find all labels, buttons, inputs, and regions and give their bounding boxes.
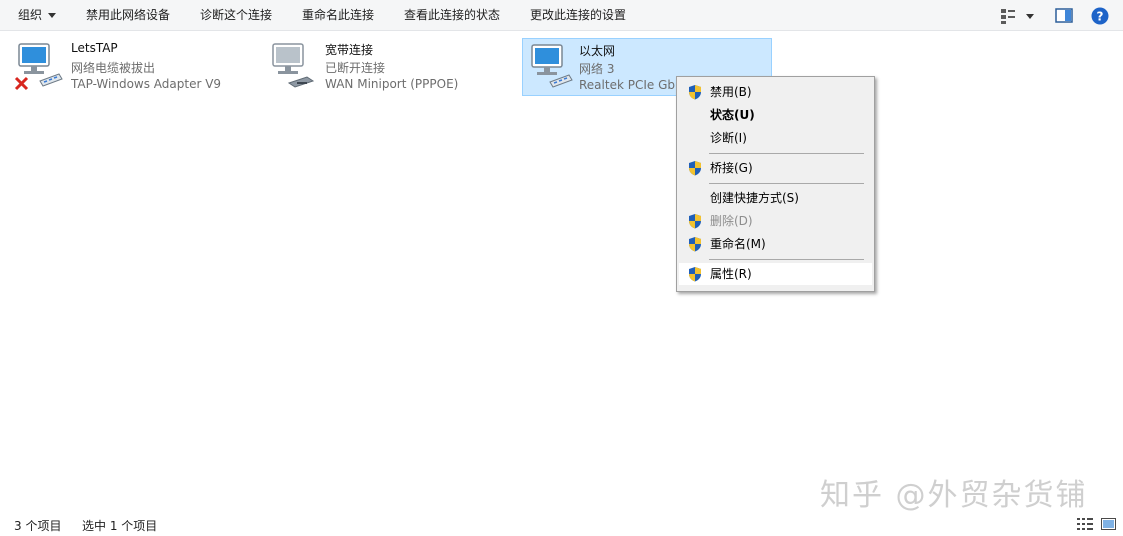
adapter-broadband[interactable]: 宽带连接 已断开连接 WAN Miniport (PPPOE) bbox=[263, 38, 513, 96]
uac-shield-icon bbox=[689, 161, 701, 176]
organize-menu-button[interactable]: 组织 bbox=[18, 0, 57, 31]
details-view-button[interactable] bbox=[1077, 517, 1093, 534]
adapter-status: 网络电缆被拔出 bbox=[71, 61, 156, 75]
help-icon: ? bbox=[1091, 7, 1109, 25]
menu-item-label: 重命名(M) bbox=[710, 237, 766, 251]
diagnose-button[interactable]: 诊断这个连接 bbox=[200, 0, 272, 31]
selected-count: 选中 1 个项目 bbox=[82, 519, 158, 533]
uac-shield-icon bbox=[689, 85, 701, 100]
adapter-status: 已断开连接 bbox=[325, 61, 386, 75]
view-status-button[interactable]: 查看此连接的状态 bbox=[404, 0, 500, 31]
menu-separator bbox=[709, 183, 864, 184]
adapter-name: 以太网 bbox=[579, 44, 616, 58]
broadband-icon bbox=[272, 43, 315, 88]
uac-shield-icon bbox=[689, 237, 701, 252]
menu-item-properties[interactable]: 属性(R) bbox=[679, 263, 872, 285]
menu-item-rename[interactable]: 重命名(M) bbox=[679, 233, 872, 255]
adapter-status: 网络 3 bbox=[579, 62, 615, 76]
chevron-down-icon bbox=[48, 13, 57, 18]
help-button[interactable]: ? bbox=[1091, 7, 1109, 25]
command-bar: 组织 禁用此网络设备 诊断这个连接 重命名此连接 查看此连接的状态 更改此连接的… bbox=[0, 0, 1123, 31]
preview-pane-button[interactable] bbox=[1055, 7, 1073, 25]
view-options-button[interactable] bbox=[1000, 7, 1038, 25]
menu-item-disable[interactable]: 禁用(B) bbox=[679, 81, 872, 103]
adapter-letstap[interactable]: LetsTAP 网络电缆被拔出 TAP-Windows Adapter V9 bbox=[9, 38, 259, 96]
network-disconnected-icon bbox=[14, 43, 63, 91]
context-menu: 禁用(B) 状态(U) 诊断(I) 桥接(G) 创建快捷方式(S) 删除(D) … bbox=[676, 76, 875, 292]
menu-item-label: 诊断(I) bbox=[710, 131, 747, 145]
menu-item-label: 删除(D) bbox=[710, 214, 753, 228]
menu-item-label: 桥接(G) bbox=[710, 161, 753, 175]
preview-pane-icon bbox=[1055, 8, 1073, 23]
uac-shield-icon bbox=[689, 214, 701, 229]
menu-item-status[interactable]: 状态(U) bbox=[679, 104, 872, 126]
menu-item-create-shortcut[interactable]: 创建快捷方式(S) bbox=[679, 187, 872, 209]
rename-button[interactable]: 重命名此连接 bbox=[302, 0, 374, 31]
watermark-text: 知乎 @外贸杂货铺 bbox=[820, 478, 1088, 513]
menu-item-label: 状态(U) bbox=[710, 108, 755, 122]
uac-shield-icon bbox=[689, 267, 701, 282]
adapter-device: Realtek PCIe GbE Family Controller bbox=[579, 78, 675, 92]
adapter-device: TAP-Windows Adapter V9 bbox=[71, 77, 222, 91]
menu-separator bbox=[709, 259, 864, 260]
large-icons-view-icon bbox=[1101, 518, 1116, 530]
disable-device-button[interactable]: 禁用此网络设备 bbox=[86, 0, 170, 31]
adapter-device: WAN Miniport (PPPOE) bbox=[325, 77, 459, 91]
menu-item-delete[interactable]: 删除(D) bbox=[679, 210, 872, 232]
svg-text:?: ? bbox=[1097, 10, 1104, 24]
menu-item-diagnose[interactable]: 诊断(I) bbox=[679, 127, 872, 149]
network-icon bbox=[531, 44, 573, 88]
status-bar: 3 个项目 选中 1 个项目 bbox=[0, 512, 1123, 536]
menu-item-label: 禁用(B) bbox=[710, 85, 752, 99]
item-count: 3 个项目 bbox=[14, 519, 62, 533]
menu-item-label: 创建快捷方式(S) bbox=[710, 191, 799, 205]
change-settings-button[interactable]: 更改此连接的设置 bbox=[530, 0, 626, 31]
menu-separator bbox=[709, 153, 864, 154]
adapter-name: 宽带连接 bbox=[325, 43, 374, 57]
adapter-name: LetsTAP bbox=[71, 41, 118, 55]
large-icons-view-button[interactable] bbox=[1101, 517, 1116, 534]
menu-item-label: 属性(R) bbox=[710, 267, 752, 281]
organize-label: 组织 bbox=[18, 8, 43, 22]
menu-item-bridge[interactable]: 桥接(G) bbox=[679, 157, 872, 179]
details-view-icon bbox=[1077, 518, 1093, 530]
view-options-icon bbox=[1001, 9, 1034, 24]
